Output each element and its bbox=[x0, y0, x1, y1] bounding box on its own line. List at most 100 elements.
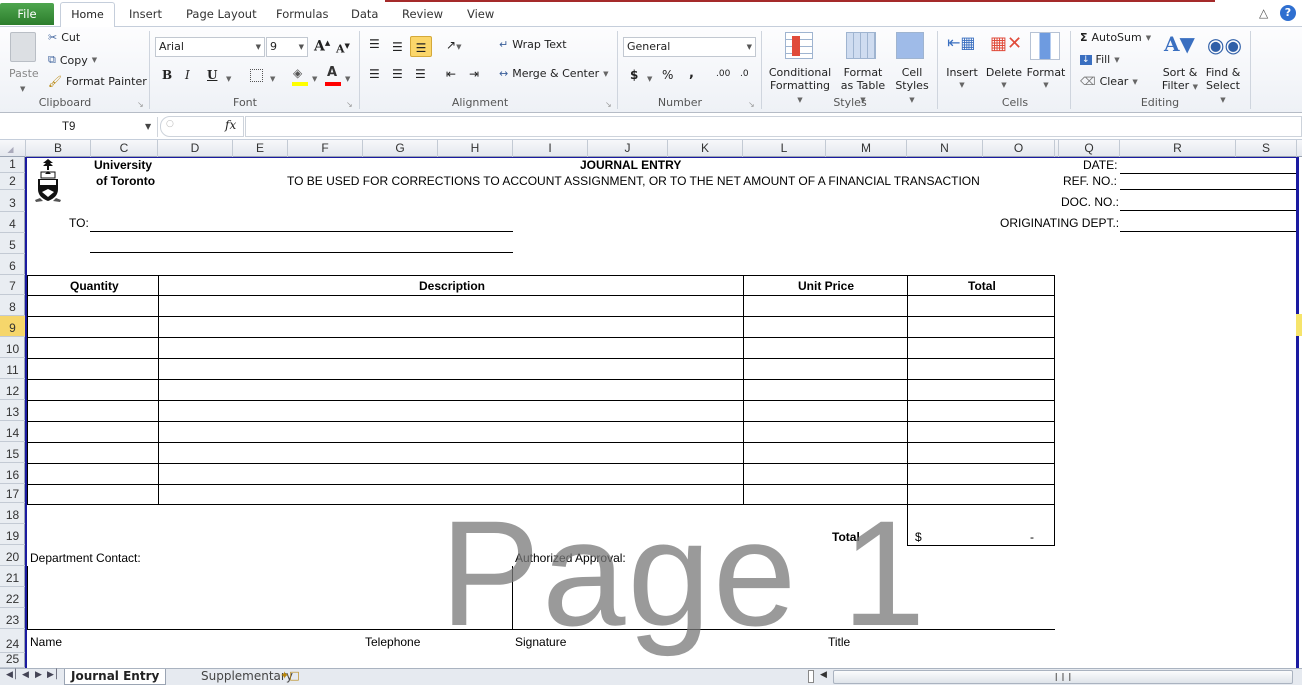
bottom-align-icon[interactable]: ☰ bbox=[410, 36, 432, 57]
sheet-tab-journal-entry[interactable]: Journal Entry bbox=[64, 669, 167, 685]
tab-review[interactable]: Review bbox=[396, 3, 449, 27]
decrease-indent-icon[interactable]: ⇤ bbox=[446, 67, 456, 81]
currency-dropdown-icon[interactable]: ▼ bbox=[647, 71, 652, 84]
bold-button[interactable]: B bbox=[162, 68, 172, 82]
decrease-decimal-button[interactable]: .0 bbox=[740, 69, 749, 79]
increase-decimal-button[interactable]: .00 bbox=[716, 69, 730, 79]
tab-split-handle[interactable] bbox=[808, 670, 814, 683]
name-box-dropdown-icon[interactable]: ▼ bbox=[145, 117, 151, 137]
name-box[interactable]: T9 ▼ bbox=[0, 117, 158, 137]
format-cells-button[interactable]: Format ▼ bbox=[1025, 66, 1067, 92]
insert-sheet-icon[interactable]: ✦□ bbox=[280, 669, 300, 682]
shrink-font-icon[interactable]: A▼ bbox=[336, 41, 350, 56]
row-header-18[interactable]: 18 bbox=[0, 503, 25, 524]
increase-indent-icon[interactable]: ⇥ bbox=[469, 67, 479, 81]
font-name-combo[interactable]: Arial ▼ bbox=[155, 37, 265, 57]
percent-button[interactable]: % bbox=[662, 68, 673, 82]
column-header-k[interactable]: K bbox=[668, 140, 743, 157]
find-select-button[interactable]: Find & Select ▼ bbox=[1202, 66, 1244, 107]
cell-styles-button[interactable]: Cell Styles ▼ bbox=[891, 66, 933, 107]
fill-color-dropdown-icon[interactable]: ▼ bbox=[312, 71, 317, 84]
delete-cells-button[interactable]: Delete ▼ bbox=[984, 66, 1024, 92]
tab-data[interactable]: Data bbox=[345, 3, 384, 27]
row-header-21[interactable]: 21 bbox=[0, 566, 25, 587]
tab-view[interactable]: View bbox=[461, 3, 500, 27]
number-format-combo[interactable]: General ▼ bbox=[623, 37, 756, 57]
align-left-icon[interactable]: ☰ bbox=[369, 67, 380, 81]
doc-no-field[interactable] bbox=[1120, 210, 1296, 211]
row-header-9[interactable]: 9 bbox=[0, 316, 25, 337]
autosum-button[interactable]: Σ AutoSum ▼ bbox=[1080, 31, 1151, 44]
scroll-left-icon[interactable]: ◀ bbox=[820, 670, 827, 680]
font-color-dropdown-icon[interactable]: ▼ bbox=[345, 71, 350, 84]
clear-button[interactable]: ⌫ Clear ▼ bbox=[1080, 75, 1138, 88]
horizontal-scrollbar-thumb[interactable]: ❙❙❙ bbox=[833, 670, 1293, 684]
cancel-entry-icon[interactable]: ○ bbox=[166, 119, 174, 129]
row-header-16[interactable]: 16 bbox=[0, 463, 25, 484]
row-header-7[interactable]: 7 bbox=[0, 275, 25, 295]
italic-button[interactable]: I bbox=[185, 68, 190, 82]
column-header-q[interactable]: Q bbox=[1059, 140, 1120, 157]
file-tab[interactable]: File bbox=[0, 3, 54, 25]
row-header-25[interactable]: 25 bbox=[0, 652, 25, 668]
column-header-n[interactable]: N bbox=[907, 140, 983, 157]
underline-dropdown-icon[interactable]: ▼ bbox=[226, 71, 231, 84]
next-sheet-icon[interactable]: ▶ bbox=[35, 670, 42, 680]
clipboard-launcher-icon[interactable]: ↘ bbox=[137, 100, 144, 109]
wrap-text-button[interactable]: ↵ Wrap Text bbox=[499, 38, 567, 51]
paste-icon[interactable] bbox=[10, 32, 36, 62]
column-header-r[interactable]: R bbox=[1120, 140, 1236, 157]
row-header-3[interactable]: 3 bbox=[0, 190, 25, 212]
align-right-icon[interactable]: ☰ bbox=[415, 67, 426, 81]
column-header-d[interactable]: D bbox=[158, 140, 233, 157]
row-header-15[interactable]: 15 bbox=[0, 442, 25, 463]
first-sheet-icon[interactable]: ◀│ bbox=[6, 670, 18, 680]
date-field[interactable] bbox=[1120, 173, 1296, 174]
to-field-line2[interactable] bbox=[90, 252, 513, 253]
format-painter-button[interactable]: 🖌 Format Painter bbox=[48, 75, 147, 88]
fill-color-icon[interactable]: ◈ bbox=[293, 66, 302, 80]
paste-button[interactable]: Paste bbox=[9, 67, 39, 80]
row-header-12[interactable]: 12 bbox=[0, 379, 25, 400]
tab-insert[interactable]: Insert bbox=[123, 3, 168, 27]
row-header-8[interactable]: 8 bbox=[0, 295, 25, 316]
row-header-6[interactable]: 6 bbox=[0, 254, 25, 275]
align-center-icon[interactable]: ☰ bbox=[392, 67, 403, 81]
column-header-b[interactable]: B bbox=[26, 140, 91, 157]
underline-button[interactable]: U bbox=[207, 68, 217, 82]
merge-center-button[interactable]: ↔ Merge & Center ▼ bbox=[499, 67, 609, 80]
cut-button[interactable]: ✂ Cut bbox=[48, 31, 80, 44]
sort-filter-button[interactable]: Sort & Filter ▼ bbox=[1160, 66, 1200, 94]
row-header-11[interactable]: 11 bbox=[0, 358, 25, 379]
column-header-m[interactable]: M bbox=[826, 140, 907, 157]
row-header-2[interactable]: 2 bbox=[0, 173, 25, 190]
row-header-1[interactable]: 1 bbox=[0, 157, 25, 173]
row-header-5[interactable]: 5 bbox=[0, 233, 25, 254]
column-header-e[interactable]: E bbox=[233, 140, 288, 157]
grow-font-icon[interactable]: A▲ bbox=[314, 38, 330, 55]
top-align-icon[interactable]: ☰ bbox=[369, 37, 380, 51]
tab-home[interactable]: Home bbox=[60, 2, 115, 28]
column-header-o[interactable]: O bbox=[983, 140, 1055, 157]
to-field-line1[interactable] bbox=[90, 231, 513, 232]
column-header-i[interactable]: I bbox=[513, 140, 588, 157]
row-header-4[interactable]: 4 bbox=[0, 212, 25, 233]
row-header-24[interactable]: 24 bbox=[0, 629, 25, 653]
tab-page-layout[interactable]: Page Layout bbox=[180, 3, 263, 27]
row-header-14[interactable]: 14 bbox=[0, 421, 25, 442]
last-sheet-icon[interactable]: ▶│ bbox=[47, 670, 59, 680]
row-header-20[interactable]: 20 bbox=[0, 545, 25, 566]
prev-sheet-icon[interactable]: ◀ bbox=[22, 670, 29, 680]
font-color-icon[interactable]: A bbox=[327, 65, 337, 80]
paste-dropdown-icon[interactable]: ▼ bbox=[20, 81, 25, 94]
formula-input[interactable] bbox=[245, 116, 1302, 137]
row-header-23[interactable]: 23 bbox=[0, 608, 25, 629]
borders-icon[interactable] bbox=[250, 69, 263, 82]
copy-button[interactable]: ⧉ Copy ▼ bbox=[48, 53, 97, 67]
row-header-22[interactable]: 22 bbox=[0, 587, 25, 608]
comma-button[interactable]: , bbox=[689, 66, 694, 81]
minimize-ribbon-icon[interactable]: △ bbox=[1259, 6, 1268, 20]
font-launcher-icon[interactable]: ↘ bbox=[346, 100, 353, 109]
column-header-l[interactable]: L bbox=[743, 140, 826, 157]
row-header-19[interactable]: 19 bbox=[0, 524, 25, 545]
